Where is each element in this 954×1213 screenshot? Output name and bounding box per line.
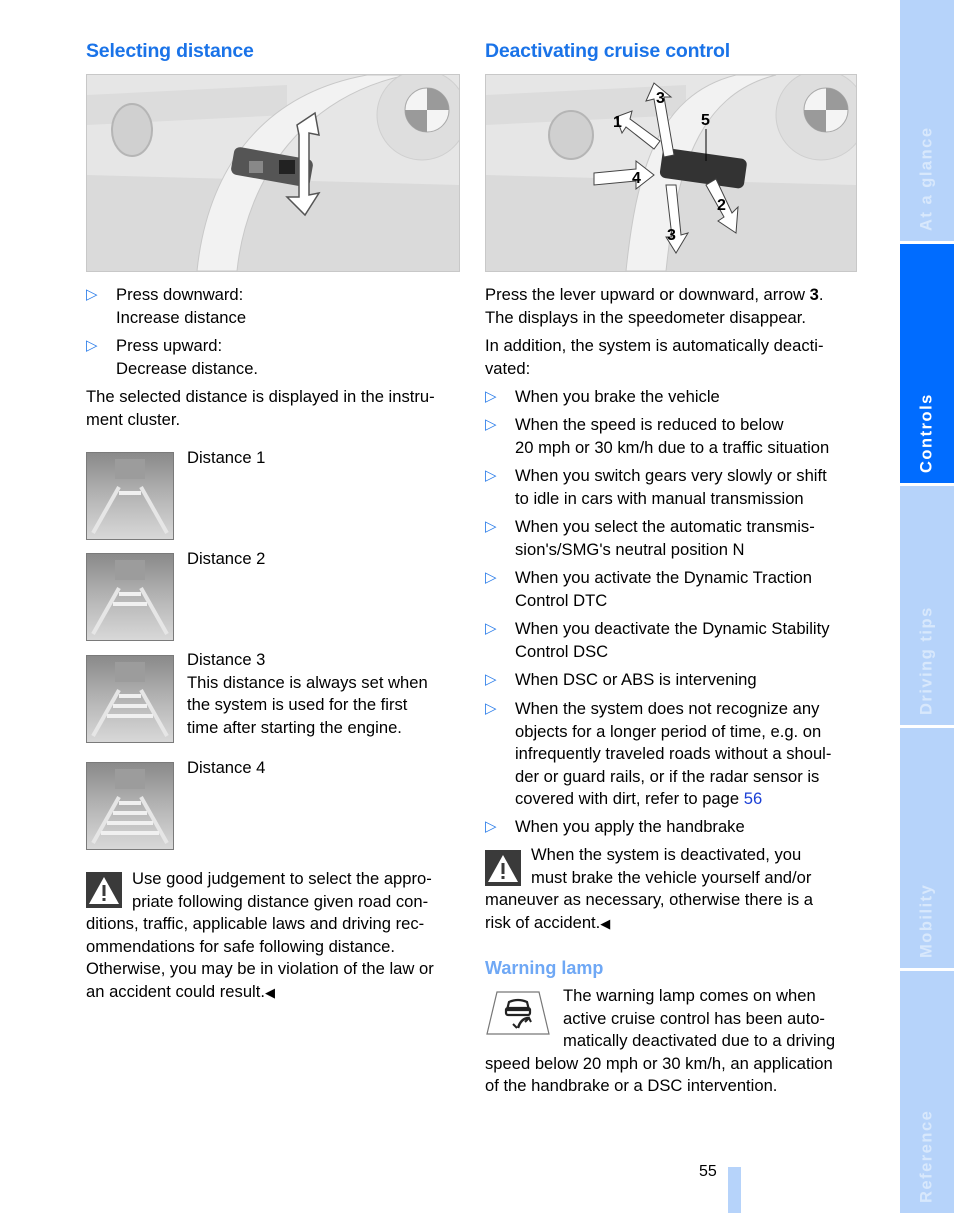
chapter-sidebar: At a glance Controls Driving tips Mobili… — [900, 0, 954, 1213]
lane-line-left — [91, 486, 121, 534]
arrow-label-4: 4 — [632, 170, 641, 187]
auto-deactivation-paragraph: In addition, the system is automatically… — [485, 336, 824, 378]
distance-bar — [119, 694, 141, 698]
bullet-text: When you brake the vehicle — [515, 387, 720, 406]
vehicle-ahead-marker — [115, 459, 145, 479]
distance-3-label: Distance 3 This distance is always set w… — [187, 650, 428, 737]
bullet-text: When you select the automatic transmis-s… — [515, 517, 815, 559]
bullet-text: Press upward: Decrease distance. — [116, 336, 259, 378]
distance-1-label: Distance 1 — [187, 448, 266, 467]
triangle-bullet-icon: ▷ — [485, 569, 497, 586]
lever-arrows-illustration: 1 2 3 3 4 5 — [486, 75, 856, 271]
road-distance-graphic — [91, 662, 169, 737]
distance-bar — [113, 602, 147, 606]
distance-bar — [107, 714, 153, 718]
triangle-bullet-icon: ▷ — [86, 286, 98, 303]
bullet-text: When DSC or ABS is intervening — [515, 670, 757, 689]
triangle-bullet-icon: ▷ — [86, 337, 98, 354]
bullet-text: When you switch gears very slowly or shi… — [515, 466, 827, 508]
sidebar-tab-controls[interactable]: Controls — [900, 244, 954, 483]
page-reference-link[interactable]: 56 — [744, 789, 762, 808]
section-heading-selecting-distance: Selecting distance — [86, 40, 254, 62]
triangle-bullet-icon: ▷ — [485, 416, 497, 433]
triangle-bullet-icon: ▷ — [485, 671, 497, 688]
arrow-label-3: 3 — [656, 90, 665, 107]
section-heading-deactivating: Deactivating cruise control — [485, 40, 730, 62]
bullet-text: When you deactivate the Dynamic Stabilit… — [515, 619, 830, 661]
lane-line-left — [91, 796, 121, 844]
arrow-label-5: 5 — [701, 112, 710, 129]
vehicle-ahead-marker — [115, 769, 145, 789]
distance-4-thumbnail — [86, 762, 174, 850]
distance-bar — [119, 491, 141, 495]
road-distance-graphic — [91, 769, 169, 844]
end-mark-icon: ◀ — [600, 915, 611, 931]
arrow-label-2: 2 — [717, 197, 726, 214]
figure-lever-deactivate: 1 2 3 3 4 5 — [485, 74, 857, 272]
figure-lever-distance — [86, 74, 460, 272]
distance-bar — [113, 811, 147, 815]
lane-line-left — [91, 587, 121, 635]
distance-bar — [107, 821, 153, 825]
sidebar-tab-mobility[interactable]: Mobility — [900, 728, 954, 968]
distance-bar — [101, 831, 159, 835]
bullet-text: When the speed is reduced to below 20 mph… — [515, 415, 830, 457]
road-distance-graphic — [91, 560, 169, 635]
vehicle-ahead-marker — [115, 560, 145, 580]
warning-text: Use good judgement to select the appro- … — [86, 869, 434, 1001]
distance-bar — [119, 592, 141, 596]
distance-bar — [113, 704, 147, 708]
road-distance-graphic — [91, 459, 169, 534]
bullet-text: When the system does not recognize any o… — [515, 699, 832, 808]
sidebar-tab-reference[interactable]: Reference — [900, 971, 954, 1213]
page-number: 55 — [699, 1163, 717, 1180]
distance-1-thumbnail — [86, 452, 174, 540]
distance-2-label: Distance 2 — [187, 549, 266, 568]
lane-line-right — [139, 796, 169, 844]
distance-bar — [119, 801, 141, 805]
lane-line-left — [91, 689, 121, 737]
end-mark-icon: ◀ — [264, 984, 275, 1000]
distance-3-thumbnail — [86, 655, 174, 743]
arrow-label-3b: 3 — [667, 227, 676, 244]
sidebar-tab-at-a-glance[interactable]: At a glance — [900, 0, 954, 241]
lane-line-right — [139, 587, 169, 635]
distance-4-label: Distance 4 — [187, 758, 266, 777]
lane-line-right — [139, 689, 169, 737]
bullet-text: When you apply the handbrake — [515, 817, 745, 836]
triangle-bullet-icon: ▷ — [485, 700, 497, 717]
distance-display-paragraph: The selected distance is displayed in th… — [86, 387, 435, 429]
bullet-item: ▷ Press downward: Increase distance — [86, 284, 460, 330]
bullet-text: When you activate the Dynamic Traction Co… — [515, 568, 812, 610]
triangle-bullet-icon: ▷ — [485, 388, 497, 405]
lane-line-right — [139, 486, 169, 534]
triangle-bullet-icon: ▷ — [485, 467, 497, 484]
sidebar-tab-driving-tips[interactable]: Driving tips — [900, 486, 954, 725]
lever-illustration — [87, 75, 459, 271]
section-heading-warning-lamp: Warning lamp — [485, 958, 604, 978]
arrow-label-1: 1 — [613, 114, 622, 131]
warning-text: When the system is deactivated, you must… — [485, 845, 814, 932]
vehicle-ahead-marker — [115, 662, 145, 682]
warning-lamp-text: The warning lamp comes on when active cr… — [485, 986, 836, 1095]
page-marker-bar — [728, 1167, 741, 1213]
triangle-bullet-icon: ▷ — [485, 620, 497, 637]
bullet-item: ▷ Press upward: Decrease distance. — [86, 335, 460, 381]
distance-2-thumbnail — [86, 553, 174, 641]
triangle-bullet-icon: ▷ — [485, 818, 497, 835]
intro-paragraph: Press the lever upward or downward, arro… — [485, 285, 824, 327]
bullet-text: Press downward: Increase distance — [116, 285, 247, 327]
triangle-bullet-icon: ▷ — [485, 518, 497, 535]
